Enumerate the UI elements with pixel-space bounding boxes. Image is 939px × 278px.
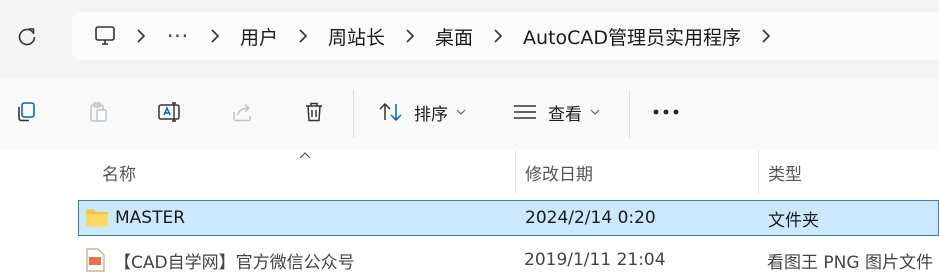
share-button[interactable] xyxy=(228,98,256,126)
paste-icon xyxy=(90,102,107,122)
column-header-name[interactable]: 名称 xyxy=(102,150,136,194)
file-name: MASTER xyxy=(115,208,186,228)
column-header-modified[interactable]: 修改日期 xyxy=(525,150,593,194)
command-bar: 排序 查看 xyxy=(0,78,939,151)
refresh-icon xyxy=(18,28,36,46)
file-type: 看图王 PNG 图片文件 xyxy=(767,252,933,273)
image-file-icon xyxy=(84,242,106,278)
view-button[interactable]: 查看 xyxy=(512,96,600,128)
folder-icon xyxy=(85,201,109,235)
breadcrumb-users[interactable]: 用户 xyxy=(236,23,282,50)
view-label: 查看 xyxy=(548,104,582,125)
chevron-right-icon[interactable] xyxy=(753,21,779,51)
paste-button[interactable] xyxy=(84,98,112,126)
view-list-icon xyxy=(514,105,536,119)
breadcrumb-desktop[interactable]: 桌面 xyxy=(431,23,477,50)
this-pc-icon[interactable] xyxy=(90,21,120,51)
column-divider[interactable] xyxy=(758,150,759,194)
column-divider[interactable] xyxy=(515,150,516,194)
share-icon xyxy=(233,103,251,122)
more-options-button[interactable] xyxy=(650,98,682,126)
address-bar[interactable]: ··· 用户 周站长 桌面 AutoCAD管理员实用程序 xyxy=(72,12,939,60)
breadcrumb-user-folder[interactable]: 周站长 xyxy=(324,23,389,50)
chevron-down-icon xyxy=(456,109,466,115)
toolbar-divider xyxy=(629,90,630,138)
sort-icon xyxy=(379,102,402,122)
chevron-right-icon[interactable] xyxy=(397,21,423,51)
more-dots-icon xyxy=(653,109,679,115)
sort-label: 排序 xyxy=(414,104,448,125)
toolbar-divider xyxy=(353,90,354,138)
file-type: 文件夹 xyxy=(768,210,819,231)
breadcrumb-current-folder[interactable]: AutoCAD管理员实用程序 xyxy=(519,23,745,50)
copy-button[interactable] xyxy=(12,98,40,126)
file-row[interactable]: 【CAD自学网】官方微信公众号 2019/1/11 21:04 看图王 PNG … xyxy=(78,242,939,278)
sort-ascending-icon xyxy=(299,152,311,159)
file-name: 【CAD自学网】官方微信公众号 xyxy=(114,252,355,273)
refresh-button[interactable] xyxy=(12,22,42,52)
chevron-down-icon xyxy=(590,109,600,115)
sort-button[interactable]: 排序 xyxy=(378,96,466,128)
file-modified: 2019/1/11 21:04 xyxy=(524,250,666,270)
file-modified: 2024/2/14 0:20 xyxy=(525,208,656,228)
column-header-type[interactable]: 类型 xyxy=(768,150,802,194)
trash-icon xyxy=(306,102,322,122)
delete-button[interactable] xyxy=(300,98,328,126)
chevron-right-icon[interactable] xyxy=(485,21,511,51)
rename-icon xyxy=(158,102,180,122)
file-row[interactable]: MASTER 2024/2/14 0:20 文件夹 xyxy=(78,200,939,236)
copy-icon xyxy=(18,102,35,122)
breadcrumb-overflow[interactable]: ··· xyxy=(164,24,192,48)
chevron-right-icon[interactable] xyxy=(290,21,316,51)
chevron-right-icon[interactable] xyxy=(128,21,154,51)
chevron-right-icon[interactable] xyxy=(202,21,228,51)
rename-button[interactable] xyxy=(156,98,184,126)
